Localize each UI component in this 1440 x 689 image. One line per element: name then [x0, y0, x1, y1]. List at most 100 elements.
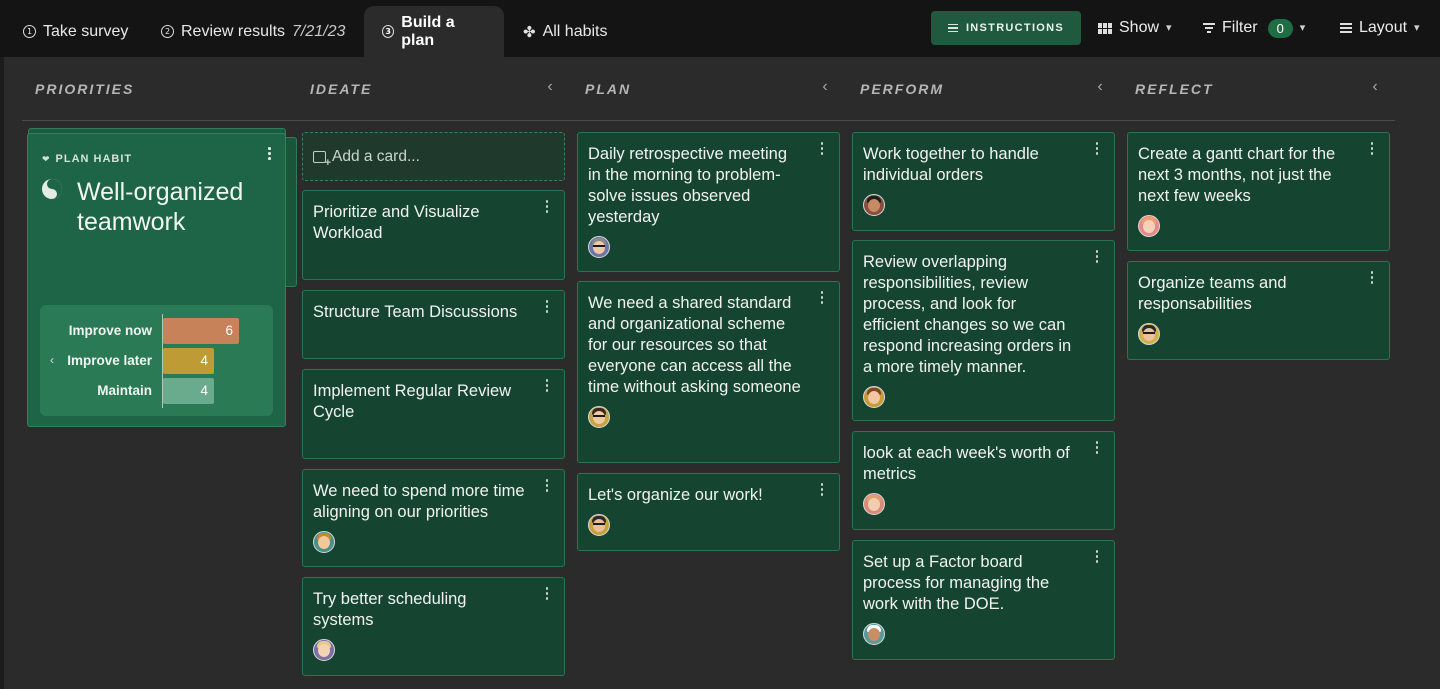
- more-options-icon[interactable]: [1092, 250, 1102, 263]
- card-text: Organize teams and responsabilities: [1138, 274, 1287, 313]
- plan-card[interactable]: Let's organize our work!: [577, 473, 840, 551]
- habit-type-label: ❤ PLAN HABIT: [42, 153, 132, 165]
- avatar: [313, 639, 335, 661]
- column-title-plan: PLAN: [585, 81, 632, 97]
- more-options-icon[interactable]: [817, 142, 827, 155]
- tab-all-habits[interactable]: ✤ All habits: [505, 6, 626, 57]
- card-text: We need a shared standard and organizati…: [588, 294, 801, 396]
- more-options-icon[interactable]: [1092, 142, 1102, 155]
- ideate-card[interactable]: Structure Team Discussions: [302, 290, 565, 359]
- reflect-card[interactable]: Create a gantt chart for the next 3 mont…: [1127, 132, 1390, 251]
- tab-label: Review results: [181, 22, 286, 40]
- more-options-icon[interactable]: [542, 300, 552, 313]
- tab-take-survey[interactable]: 1 Take survey: [5, 6, 146, 57]
- ideate-card[interactable]: Implement Regular Review Cycle: [302, 369, 565, 459]
- top-nav: 1 Take survey 2 Review results 7/21/23 3…: [0, 0, 1440, 57]
- more-options-icon[interactable]: [1367, 271, 1377, 284]
- stat-row-improve-now: Improve now 6: [40, 318, 273, 344]
- list-icon: [947, 23, 958, 33]
- add-card-label: Add a card...: [332, 147, 420, 165]
- card-text: Implement Regular Review Cycle: [313, 382, 512, 421]
- habit-stats: ‹ Improve now 6 Improve later 4 Maintain…: [40, 305, 273, 416]
- card-text: Let's organize our work!: [588, 486, 763, 504]
- more-options-icon[interactable]: [542, 479, 552, 492]
- add-card-button[interactable]: Add a card...: [302, 132, 565, 181]
- perform-card[interactable]: look at each week's worth of metrics: [852, 431, 1115, 530]
- card-text: Prioritize and Visualize Workload: [313, 203, 480, 242]
- add-card-icon: [313, 150, 331, 169]
- layout-icon: [1340, 23, 1352, 33]
- more-options-icon[interactable]: [817, 483, 827, 496]
- filter-count-badge: 0: [1267, 18, 1293, 38]
- card-text: Try better scheduling systems: [313, 590, 467, 629]
- card-text: Work together to handle individual order…: [863, 145, 1039, 184]
- card-text: Structure Team Discussions: [313, 303, 518, 321]
- step-number-icon: 3: [382, 25, 395, 38]
- card-text: We need to spend more time aligning on o…: [313, 482, 525, 521]
- reflect-card[interactable]: Organize teams and responsabilities: [1127, 261, 1390, 360]
- show-label: Show: [1119, 19, 1160, 36]
- card-text: Set up a Factor board process for managi…: [863, 553, 1050, 613]
- column-title-perform: PERFORM: [860, 81, 944, 97]
- avatar: [1138, 215, 1160, 237]
- stat-row-maintain: Maintain 4: [40, 378, 273, 404]
- layout-label: Layout: [1359, 19, 1408, 36]
- more-options-icon[interactable]: [542, 587, 552, 600]
- chevron-down-icon: ▾: [1414, 21, 1420, 34]
- header-divider: [22, 120, 1395, 121]
- stat-label: Maintain: [97, 383, 152, 398]
- ideate-card[interactable]: We need to spend more time aligning on o…: [302, 469, 565, 567]
- plan-card[interactable]: Daily retrospective meeting in the morni…: [577, 132, 840, 272]
- collapse-column-icon[interactable]: ‹: [1093, 78, 1107, 96]
- ideate-card[interactable]: Try better scheduling systems: [302, 577, 565, 676]
- tab-label: Build a plan: [401, 13, 455, 49]
- filter-dropdown[interactable]: Filter 0 ▾: [1203, 11, 1305, 45]
- puzzle-icon: ✤: [523, 23, 536, 41]
- more-options-icon[interactable]: [1367, 142, 1377, 155]
- card-text: look at each week's worth of metrics: [863, 444, 1070, 483]
- avatar: [588, 514, 610, 536]
- more-options-icon[interactable]: [1092, 441, 1102, 454]
- avatar: [588, 406, 610, 428]
- column-title-ideate: IDEATE: [310, 81, 373, 97]
- avatar: [863, 194, 885, 216]
- avatar: [863, 493, 885, 515]
- perform-card[interactable]: Set up a Factor board process for managi…: [852, 540, 1115, 660]
- filter-label: Filter: [1222, 19, 1258, 36]
- chevron-down-icon: ▾: [1299, 21, 1306, 34]
- card-text: Daily retrospective meeting in the morni…: [588, 145, 787, 226]
- chevron-down-icon: ▾: [1166, 21, 1172, 34]
- stat-row-improve-later: Improve later 4: [40, 348, 273, 374]
- more-options-icon[interactable]: [268, 147, 271, 160]
- layout-dropdown[interactable]: Layout ▾: [1340, 11, 1420, 45]
- more-options-icon[interactable]: [1092, 550, 1102, 563]
- collapse-column-icon[interactable]: ‹: [818, 78, 832, 96]
- tab-review-results[interactable]: 2 Review results 7/21/23: [143, 6, 363, 57]
- tab-build-a-plan[interactable]: 3 Build a plan: [364, 6, 504, 57]
- habit-type-text: PLAN HABIT: [55, 153, 133, 165]
- card-text: Review overlapping responsibilities, rev…: [863, 253, 1072, 376]
- filter-icon: [1203, 23, 1215, 33]
- more-options-icon[interactable]: [817, 291, 827, 304]
- more-options-icon[interactable]: [542, 200, 552, 213]
- avatar: [1138, 323, 1160, 345]
- stat-label: Improve now: [68, 323, 152, 338]
- perform-card[interactable]: Work together to handle individual order…: [852, 132, 1115, 231]
- perform-card[interactable]: Review overlapping responsibilities, rev…: [852, 240, 1115, 421]
- kanban-board: PRIORITIES IDEATE ‹ PLAN ‹ PERFORM ‹ REF…: [4, 57, 1440, 689]
- stat-bar: 4: [163, 378, 214, 404]
- more-options-icon[interactable]: [542, 379, 552, 392]
- avatar: [863, 386, 885, 408]
- plan-card[interactable]: We need a shared standard and organizati…: [577, 281, 840, 463]
- show-dropdown[interactable]: Show ▾: [1098, 11, 1172, 45]
- collapse-column-icon[interactable]: ‹: [1368, 78, 1382, 96]
- instructions-button[interactable]: INSTRUCTIONS: [931, 11, 1081, 45]
- habit-title: Well-organized teamwork: [77, 178, 244, 236]
- tab-label: All habits: [542, 22, 608, 40]
- tab-label: Take survey: [43, 22, 129, 40]
- step-number-icon: 1: [23, 25, 36, 38]
- habit-card[interactable]: ❤ PLAN HABIT Well-organized teamwork ‹ I…: [27, 133, 286, 427]
- collapse-column-icon[interactable]: ‹: [543, 78, 557, 96]
- columns-icon: [1098, 22, 1112, 34]
- ideate-card[interactable]: Prioritize and Visualize Workload: [302, 190, 565, 280]
